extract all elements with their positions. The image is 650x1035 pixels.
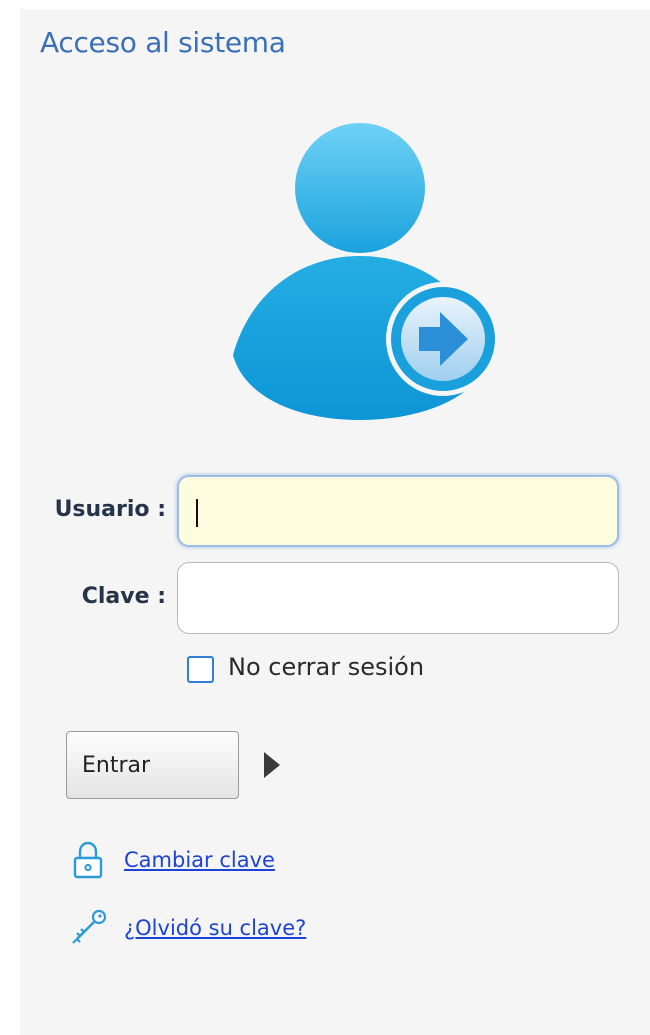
triangle-right-icon [264,752,280,778]
login-button[interactable]: Entrar [66,731,280,799]
lock-icon [73,841,103,879]
username-input[interactable] [177,475,619,547]
password-label: Clave : [81,584,166,609]
user-login-icon [233,123,500,420]
page-title: Acceso al sistema [40,26,286,59]
username-label: Usuario : [54,497,166,522]
forgot-password-row: ¿Olvidó su clave? [68,908,306,948]
forgot-password-link[interactable]: ¿Olvidó su clave? [124,916,306,940]
change-password-link[interactable]: Cambiar clave [124,848,275,872]
password-input[interactable] [177,562,619,634]
text-cursor [196,499,198,527]
key-icon [72,909,107,944]
login-button-label: Entrar [82,752,151,778]
keep-session-checkbox[interactable] [187,656,214,683]
keep-session-label[interactable]: No cerrar sesión [228,653,424,681]
change-password-row: Cambiar clave [68,840,275,880]
